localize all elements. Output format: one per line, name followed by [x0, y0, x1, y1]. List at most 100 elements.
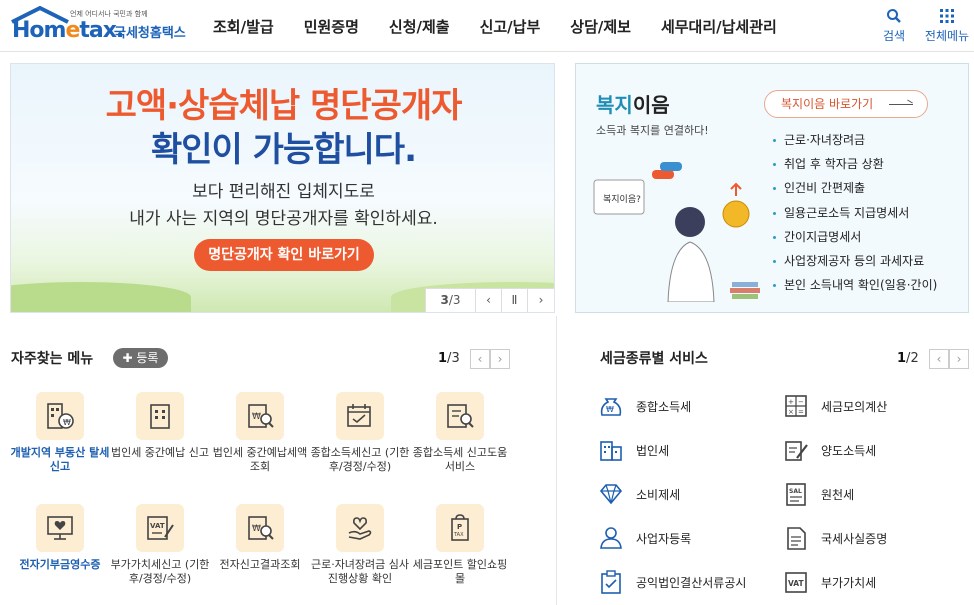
certificate-icon — [787, 527, 806, 550]
top-header: 언제 어디서나 국민과 함께 Hometax. 국세청홈택스 조회/발급 민원증… — [0, 0, 974, 52]
calculator-icon: + −× = — [785, 395, 807, 417]
tax-service-prev-button[interactable]: ‹ — [929, 349, 949, 369]
clipboard-icon — [601, 570, 621, 594]
welfare-item[interactable]: 일용근로소득 지급명세서 — [772, 201, 937, 225]
logo-org-name: 국세청홈택스 — [114, 26, 186, 41]
favorite-menu-item[interactable]: 법인세 중간예납 신고 — [110, 392, 210, 460]
favorite-menu-item[interactable]: 종합소득세신고 (기한후/경정/수정) — [310, 392, 410, 474]
favorite-menu-item[interactable]: ₩ 전자신고결과조회 — [210, 504, 310, 572]
welfare-item[interactable]: 인건비 간편제출 — [772, 176, 937, 200]
calendar-check-icon — [336, 392, 384, 440]
welfare-subtitle: 소득과 복지를 연결하다! — [596, 124, 709, 137]
nav-item-inquiry[interactable]: 조회/발급 — [213, 16, 274, 37]
tax-service-page-indicator: 1/2 — [897, 351, 919, 366]
heart-monitor-icon — [36, 504, 84, 552]
nav-item-application[interactable]: 신청/제출 — [389, 16, 450, 37]
banner-next-button[interactable]: › — [528, 289, 554, 312]
tax-service-item[interactable]: 국세사실증명 — [783, 525, 887, 551]
favorite-menu-label: 개발지역 부동산 탈세신고 — [10, 446, 110, 473]
tax-service-item[interactable]: 사업자등록 — [598, 525, 691, 551]
nav-item-agent[interactable]: 세무대리/납세관리 — [661, 16, 777, 37]
welfare-item[interactable]: 근로·자녀장려금 — [772, 128, 937, 152]
banner-prev-button[interactable]: ‹ — [476, 289, 502, 312]
favorites-next-button[interactable]: › — [490, 349, 510, 369]
tax-service-label: 법인세 — [636, 443, 670, 458]
nav-item-report-payment[interactable]: 신고/납부 — [480, 16, 541, 37]
welfare-item[interactable]: 간이지급명세서 — [772, 225, 937, 249]
favorite-menu-item[interactable]: 종합소득세 신고도움 서비스 — [410, 392, 510, 474]
favorite-menu-item[interactable]: ₩ 개발지역 부동산 탈세신고 — [10, 392, 110, 474]
favorite-menu-label: 종합소득세신고 (기한후/경정/수정) — [310, 446, 410, 473]
favorites-title: 자주찾는 메뉴 — [11, 351, 94, 367]
svg-text:VAT: VAT — [788, 579, 805, 588]
money-bag-icon: ₩ — [600, 398, 622, 416]
banner-headline-1: 고액·상습체납 명단공개자 — [105, 86, 463, 126]
tax-service-item[interactable]: VAT 부가가치세 — [783, 569, 876, 595]
won-search-icon: ₩ — [236, 504, 284, 552]
welfare-link-button[interactable]: 복지이음 바로가기 — [764, 90, 928, 118]
tax-service-label: 양도소득세 — [821, 443, 877, 458]
svg-text:VAT: VAT — [150, 522, 165, 530]
tax-service-item[interactable]: 법인세 — [598, 437, 669, 463]
heart-hand-icon — [336, 504, 384, 552]
favorite-menu-label: 전자기부금영수증 — [19, 558, 101, 571]
vat-document-icon: VAT — [136, 504, 184, 552]
tax-service-next-button[interactable]: › — [949, 349, 969, 369]
favorite-menu-label: 전자신고결과조회 — [219, 558, 301, 571]
favorite-menu-item[interactable]: 근로·자녀장려금 심사진행상황 확인 — [310, 504, 410, 586]
grid-menu-icon — [940, 9, 954, 23]
welfare-item[interactable]: 본인 소득내역 확인(일용·간이) — [772, 273, 937, 297]
favorites-prev-button[interactable]: ‹ — [470, 349, 490, 369]
speech-bubble-label: 복지이음? — [603, 195, 641, 205]
all-menu-button[interactable]: 전체메뉴 — [922, 6, 972, 44]
tax-service-label: 원천세 — [821, 487, 855, 502]
favorite-menu-item[interactable]: VAT 부가가치세신고 (기한후/경정/수정) — [110, 504, 210, 586]
main-nav: 조회/발급 민원증명 신청/제출 신고/납부 상담/제보 세무대리/납세관리 — [213, 16, 807, 37]
favorite-menu-label: 부가가치세신고 (기한후/경정/수정) — [110, 558, 210, 585]
welfare-title: 복지이음 — [596, 93, 670, 117]
search-label: 검색 — [882, 29, 906, 43]
tax-service-label: 국세사실증명 — [821, 531, 888, 546]
svg-text:SAL: SAL — [789, 488, 802, 495]
salary-document-icon: SAL — [786, 483, 806, 506]
svg-text:₩: ₩ — [63, 418, 71, 427]
svg-text:=: = — [798, 408, 804, 416]
favorite-menu-label: 법인세 중간예납 신고 — [110, 446, 210, 459]
welfare-item[interactable]: 취업 후 학자금 상환 — [772, 152, 937, 176]
favorite-menu-item[interactable]: ₩ 법인세 중간예납세액 조회 — [210, 392, 310, 474]
favorite-menu-item[interactable]: P TAX 세금포인트 할인쇼핑몰 — [410, 504, 510, 586]
tax-service-title: 세금종류별 서비스 — [600, 351, 708, 367]
tax-service-label: 사업자등록 — [636, 531, 692, 546]
tax-service-item[interactable]: 소비제세 — [598, 481, 680, 507]
svg-text:TAX: TAX — [453, 532, 464, 538]
favorite-menu-item[interactable]: 전자기부금영수증 — [10, 504, 110, 572]
welfare-item[interactable]: 사업장제공자 등의 과세자료 — [772, 249, 937, 273]
main-banner[interactable]: 고액·상습체납 명단공개자 확인이 가능합니다. 보다 편리해진 입체지도로 내… — [10, 63, 555, 313]
tax-service-item[interactable]: 양도소득세 — [783, 437, 876, 463]
banner-cta-button[interactable]: 명단공개자 확인 바로가기 — [194, 239, 374, 271]
nav-item-consult[interactable]: 상담/제보 — [570, 16, 631, 37]
plus-icon: ✚ — [122, 351, 137, 365]
welfare-illustration — [593, 162, 760, 302]
svg-text:₩: ₩ — [606, 405, 614, 414]
banner-pause-button[interactable]: Ⅱ — [502, 289, 528, 312]
hometax-logo[interactable]: 언제 어디서나 국민과 함께 Hometax. 국세청홈택스 — [10, 6, 195, 46]
favorites-page-indicator: 1/3 — [438, 351, 460, 366]
tax-service-item[interactable]: 공익법인결산서류공시 — [598, 569, 746, 595]
search-button[interactable]: 검색 — [872, 6, 916, 44]
svg-text:−: − — [798, 398, 804, 406]
svg-text:₩: ₩ — [252, 412, 261, 422]
banner-desc-2: 내가 사는 지역의 명단공개자를 확인하세요. — [129, 209, 438, 229]
welfare-link-label: 복지이음 바로가기 — [781, 97, 874, 111]
favorite-menu-label: 법인세 중간예납세액 조회 — [212, 446, 308, 473]
svg-text:P: P — [457, 523, 462, 531]
search-icon — [887, 9, 901, 23]
nav-item-certificate[interactable]: 민원증명 — [304, 16, 359, 37]
tax-service-item[interactable]: + − × = 세금모의계산 — [783, 393, 887, 419]
svg-text:₩: ₩ — [252, 524, 261, 534]
add-favorite-label: 등록 — [136, 351, 159, 365]
tax-service-item[interactable]: ₩ 종합소득세 — [598, 393, 691, 419]
add-favorite-button[interactable]: ✚ 등록 — [113, 348, 168, 368]
office-building-icon — [136, 392, 184, 440]
tax-service-item[interactable]: SAL 원천세 — [783, 481, 854, 507]
